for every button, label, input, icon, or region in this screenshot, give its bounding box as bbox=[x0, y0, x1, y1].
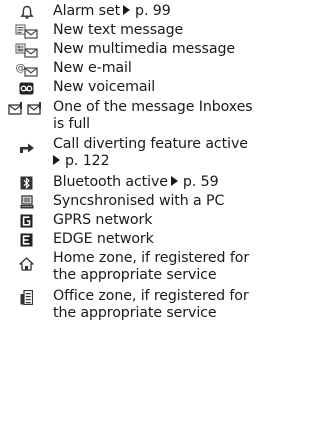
office-zone-icon bbox=[0, 289, 53, 305]
page-reference: p. 122 bbox=[65, 152, 110, 169]
list-item-text: Syncshronised with a PC bbox=[53, 193, 320, 210]
list-item: Alarm set p. 99 bbox=[0, 3, 320, 22]
list-item: Bluetooth active p. 59 bbox=[0, 174, 320, 193]
gprs-network-icon bbox=[0, 213, 53, 229]
edge-network-icon bbox=[0, 232, 53, 248]
list-item: Syncshronised with a PC bbox=[0, 193, 320, 212]
item-label-line-1: One of the message Inboxes bbox=[53, 99, 253, 115]
pc-sync-icon bbox=[0, 194, 53, 210]
item-label-line-2: is full bbox=[53, 115, 91, 132]
home-zone-icon bbox=[0, 256, 53, 272]
list-item-text: Call diverting feature active p. 122 bbox=[53, 136, 320, 169]
list-item: New voicemail bbox=[0, 79, 320, 99]
item-label: New e-mail bbox=[53, 60, 132, 76]
item-label-line-1: Home zone, if registered for bbox=[53, 250, 250, 266]
list-item: Office zone, if registered for the appro… bbox=[0, 288, 320, 326]
page-reference: p. 59 bbox=[182, 174, 219, 190]
bluetooth-icon bbox=[0, 175, 53, 191]
list-item-text: Bluetooth active p. 59 bbox=[53, 174, 320, 191]
item-label-line-1: Call diverting feature active bbox=[53, 136, 248, 152]
list-item: One of the message Inboxes is full bbox=[0, 99, 320, 136]
item-label: EDGE network bbox=[53, 231, 154, 247]
item-label: New text message bbox=[53, 22, 184, 38]
item-label: New multimedia message bbox=[53, 41, 235, 57]
item-label: GPRS network bbox=[53, 212, 153, 228]
list-item-text: Home zone, if registered for the appropr… bbox=[53, 250, 320, 283]
list-item-text: One of the message Inboxes is full bbox=[53, 99, 320, 132]
page-ref-arrow-icon bbox=[123, 5, 131, 15]
svg-text:@: @ bbox=[15, 63, 25, 74]
page-ref-arrow-icon bbox=[53, 154, 60, 165]
list-item-text: EDGE network bbox=[53, 231, 320, 248]
list-item-text: GPRS network bbox=[53, 212, 320, 229]
item-label-line-1: Office zone, if registered for bbox=[53, 288, 249, 304]
new-multimedia-message-icon bbox=[0, 42, 53, 58]
new-email-icon: @ bbox=[0, 61, 53, 77]
item-label: Alarm set bbox=[53, 3, 121, 19]
voicemail-icon bbox=[0, 80, 53, 96]
status-icon-list: Alarm set p. 99 New text message New mul… bbox=[0, 3, 320, 326]
list-item: GPRS network bbox=[0, 212, 320, 231]
list-item-text: Office zone, if registered for the appro… bbox=[53, 288, 320, 321]
list-item-text: New text message bbox=[53, 22, 320, 39]
call-diverting-icon bbox=[0, 140, 53, 156]
item-label: Bluetooth active bbox=[53, 174, 168, 190]
list-item: Home zone, if registered for the appropr… bbox=[0, 250, 320, 288]
list-item: Call diverting feature active p. 122 bbox=[0, 136, 320, 174]
list-item-text: New multimedia message bbox=[53, 41, 320, 58]
inbox-full-icon bbox=[0, 100, 53, 116]
item-label: Syncshronised with a PC bbox=[53, 193, 225, 209]
alarm-bell-icon bbox=[0, 4, 53, 20]
page-ref-arrow-icon bbox=[170, 176, 178, 186]
list-item-text: New voicemail bbox=[53, 79, 320, 96]
list-item: @ New e-mail bbox=[0, 60, 320, 79]
list-item-text: Alarm set p. 99 bbox=[53, 3, 320, 20]
new-text-message-icon bbox=[0, 23, 53, 39]
item-label-line-2: the appropriate service bbox=[53, 266, 217, 283]
item-label: New voicemail bbox=[53, 79, 156, 95]
item-label-line-2: the appropriate service bbox=[53, 304, 217, 321]
list-item: EDGE network bbox=[0, 231, 320, 250]
page-reference: p. 99 bbox=[135, 3, 171, 19]
list-item: New text message bbox=[0, 22, 320, 41]
list-item: New multimedia message bbox=[0, 41, 320, 60]
list-item-text: New e-mail bbox=[53, 60, 320, 77]
